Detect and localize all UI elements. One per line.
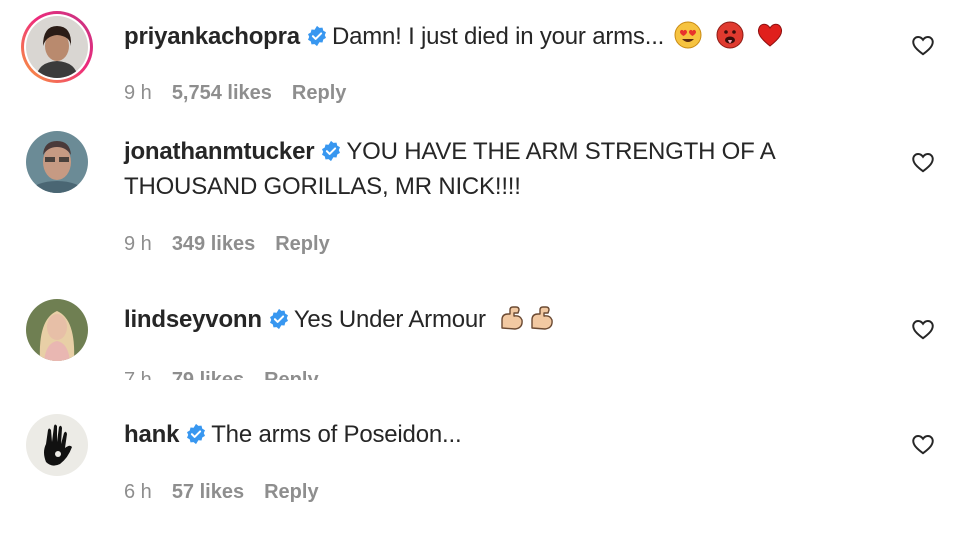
likes-count[interactable]: 349 likes — [172, 233, 255, 255]
username[interactable]: lindseyvonn — [124, 306, 262, 333]
verified-badge-icon — [187, 423, 206, 445]
comment-meta: 6 h 57 likes Reply — [124, 481, 339, 504]
comment-text-line2: THOUSAND GORILLAS, MR NICK!!!! — [124, 173, 521, 200]
verified-badge-icon — [307, 25, 326, 47]
reply-button[interactable]: Reply — [292, 82, 346, 104]
comment-meta: 7 h 79 likes Reply — [124, 369, 339, 380]
reply-button[interactable]: Reply — [264, 369, 318, 380]
comment-text: Yes Under Armour — [293, 306, 486, 333]
like-heart-icon[interactable] — [910, 149, 936, 175]
flexed-biceps-emoji-icon — [501, 306, 523, 330]
like-heart-icon[interactable] — [910, 431, 936, 457]
story-ring[interactable] — [21, 11, 93, 83]
reply-button[interactable]: Reply — [264, 481, 318, 503]
timestamp: 9 h — [124, 233, 152, 255]
likes-count[interactable]: 79 likes — [172, 369, 244, 380]
likes-count[interactable]: 57 likes — [172, 481, 244, 503]
reply-button[interactable]: Reply — [275, 233, 329, 255]
comment-text: The arms of Poseidon... — [211, 421, 462, 448]
verified-badge-icon — [322, 140, 341, 162]
comment-text: Damn! I just died in your arms... — [331, 23, 665, 50]
like-heart-icon[interactable] — [910, 32, 936, 58]
comment-meta: 9 h 5,754 likes Reply — [124, 82, 366, 105]
heart-eyes-emoji-icon — [674, 21, 702, 49]
comment-meta: 9 h 349 likes Reply — [124, 233, 350, 256]
avatar[interactable] — [26, 131, 88, 193]
avatar[interactable] — [26, 16, 88, 78]
verified-badge-icon — [269, 308, 288, 330]
comment-body: hank The arms of Poseidon... — [124, 417, 854, 452]
username[interactable]: hank — [124, 421, 179, 448]
timestamp: 6 h — [124, 481, 152, 503]
comment-body: priyankachopra Damn! I just died in your … — [124, 19, 854, 54]
avatar[interactable] — [26, 414, 88, 476]
red-heart-emoji-icon — [758, 23, 783, 47]
timestamp: 9 h — [124, 82, 152, 104]
comment-body: jonathanmtucker YOU HAVE THE ARM STRENGTH… — [124, 134, 854, 204]
avatar[interactable] — [26, 299, 88, 361]
comment-text-line1: YOU HAVE THE ARM STRENGTH OF A — [346, 138, 776, 165]
username[interactable]: priyankachopra — [124, 23, 300, 50]
flexed-biceps-emoji-icon — [531, 306, 553, 330]
hot-face-emoji-icon — [716, 21, 744, 49]
likes-count[interactable]: 5,754 likes — [172, 82, 272, 104]
username[interactable]: jonathanmtucker — [124, 138, 315, 165]
comment-body: lindseyvonn Yes Under Armour — [124, 302, 854, 337]
like-heart-icon[interactable] — [910, 316, 936, 342]
timestamp: 7 h — [124, 369, 152, 380]
